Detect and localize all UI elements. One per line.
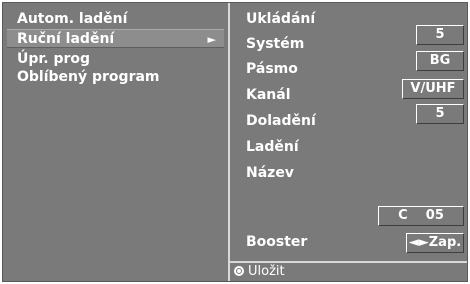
menu-item-label: Úpr. prog xyxy=(17,51,91,67)
fine-tuning-label[interactable]: Doladění xyxy=(246,111,316,131)
main-menu-panel: Autom. ladění Ruční ladění ► Úpr. prog O… xyxy=(3,3,226,281)
menu-item-label: Oblíbený program xyxy=(17,69,160,85)
menu-item-auto-tuning[interactable]: Autom. ladění xyxy=(17,10,127,29)
booster-value[interactable]: ◄►Zap. xyxy=(406,233,464,253)
tuning-osd-menu: Autom. ladění Ruční ladění ► Úpr. prog O… xyxy=(2,2,468,282)
channel-value[interactable]: 5 xyxy=(416,104,464,124)
storage-label: Ukládání xyxy=(246,11,316,27)
storage-value[interactable]: 5 xyxy=(416,25,464,45)
menu-item-program-edit[interactable]: Úpr. prog xyxy=(17,50,90,69)
system-label: Systém xyxy=(246,36,305,52)
booster-label: Booster xyxy=(246,234,308,250)
name-label: Název xyxy=(246,165,294,181)
menu-item-label: Autom. ladění xyxy=(17,11,128,27)
menu-item-favorite-program[interactable]: Oblíbený program xyxy=(17,68,160,87)
system-value[interactable]: BG xyxy=(416,51,464,71)
band-label: Pásmo xyxy=(246,61,298,77)
arrow-right-icon: ► xyxy=(207,33,216,46)
radio-button-icon xyxy=(234,266,244,276)
channel-label: Kanál xyxy=(246,87,291,103)
menu-item-manual-tuning[interactable]: Ruční ladění ► xyxy=(7,29,224,48)
menu-item-label: Ruční ladění xyxy=(17,31,115,47)
tv-screen: Autom. ladění Ruční ladění ► Úpr. prog O… xyxy=(0,0,470,284)
status-bar: Uložit xyxy=(230,261,467,281)
band-value[interactable]: V/UHF xyxy=(402,79,464,99)
manual-tuning-panel: Ukládání 5 Systém BG Pásmo V/UHF Kanál 5… xyxy=(228,3,467,281)
save-label[interactable]: Uložit xyxy=(248,264,285,279)
name-value[interactable]: C 05 xyxy=(378,206,464,226)
tuning-label[interactable]: Ladění xyxy=(246,137,299,157)
